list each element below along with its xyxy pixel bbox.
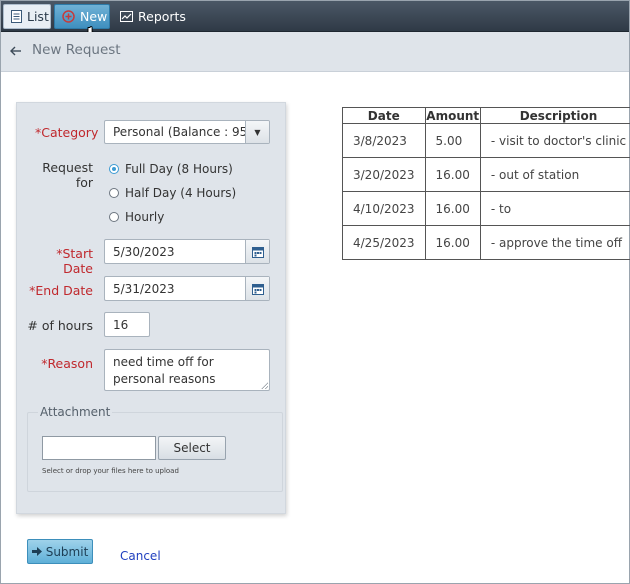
category-value: Personal (Balance : 95 ... <box>113 125 263 139</box>
table-row: 3/8/2023 5.00 - visit to doctor's clinic <box>342 123 630 158</box>
table-row: 4/10/2023 16.00 - to <box>342 191 630 226</box>
calendar-icon[interactable] <box>245 277 269 300</box>
reports-label: Reports <box>138 9 186 24</box>
triangle-down-icon[interactable]: ▼ <box>245 121 269 143</box>
radio-label: Hourly <box>125 210 165 224</box>
attachment-group: Attachment Select Select or drop your fi… <box>27 405 283 492</box>
start-date-input[interactable]: 5/30/2023 <box>113 245 175 259</box>
page-header: New Request <box>1 32 629 72</box>
radio-button[interactable] <box>109 188 119 198</box>
table-header-row: Date Amount Description <box>342 107 630 124</box>
table-row: 4/25/2023 16.00 - approve the time off <box>342 225 630 260</box>
table-cell-amount: 5.00 <box>424 123 481 158</box>
column-header-amount: Amount <box>424 107 481 124</box>
reports-button[interactable]: Reports <box>113 4 191 29</box>
chart-icon <box>120 11 133 22</box>
category-select[interactable]: Personal (Balance : 95 ... ▼ <box>104 120 270 144</box>
file-name-box[interactable] <box>42 436 156 460</box>
table-cell-description: - visit to doctor's clinic <box>479 123 630 158</box>
resize-grip-icon[interactable] <box>261 382 268 389</box>
upload-hint: Select or drop your files here to upload <box>42 467 179 475</box>
table-row: 3/20/2023 16.00 - out of station <box>342 157 630 192</box>
table-cell-date: 3/8/2023 <box>342 123 426 158</box>
start-date-label: *Start Date <box>56 246 93 276</box>
select-file-button[interactable]: Select <box>158 436 226 460</box>
column-header-description: Description <box>479 107 630 124</box>
end-date-picker[interactable]: 5/31/2023 <box>104 276 270 301</box>
submit-button[interactable]: Submit <box>27 539 93 564</box>
radio-button[interactable] <box>109 164 119 174</box>
request-form: *Category Personal (Balance : 95 ... ▼ R… <box>16 102 286 514</box>
table-cell-date: 3/20/2023 <box>342 157 426 192</box>
start-date-picker[interactable]: 5/30/2023 <box>104 239 270 264</box>
plus-circle-icon <box>62 10 75 23</box>
table-cell-date: 4/10/2023 <box>342 191 426 226</box>
radio-label: Full Day (8 Hours) <box>125 162 233 176</box>
radio-half-day[interactable]: Half Day (4 Hours) <box>109 186 236 200</box>
table-cell-amount: 16.00 <box>424 191 481 226</box>
radio-full-day[interactable]: Full Day (8 Hours) <box>109 162 233 176</box>
end-date-input[interactable]: 5/31/2023 <box>113 282 175 296</box>
table-cell-description: - approve the time off <box>479 225 630 260</box>
back-button[interactable] <box>4 39 28 63</box>
arrow-right-icon <box>31 545 42 559</box>
submit-label: Submit <box>45 544 89 559</box>
history-table: Date Amount Description 3/8/2023 5.00 - … <box>342 107 630 260</box>
category-label: *Category <box>35 125 99 140</box>
reason-text: need time off for personal reasons <box>113 355 216 386</box>
request-for-label: Request for <box>42 160 93 190</box>
reason-textarea[interactable]: need time off for personal reasons <box>104 349 270 391</box>
radio-label: Half Day (4 Hours) <box>125 186 237 200</box>
table-cell-date: 4/25/2023 <box>342 225 426 260</box>
radio-button[interactable] <box>109 212 119 222</box>
calendar-icon[interactable] <box>245 240 269 263</box>
list-button[interactable]: List <box>3 4 51 29</box>
arrow-left-icon <box>10 42 22 60</box>
cancel-link[interactable]: Cancel <box>120 549 161 563</box>
new-label: New <box>80 9 108 24</box>
list-icon <box>11 10 22 23</box>
radio-hourly[interactable]: Hourly <box>109 210 164 224</box>
table-cell-description: - to <box>479 191 630 226</box>
column-header-date: Date <box>342 107 426 124</box>
end-date-label: *End Date <box>29 283 93 298</box>
page-title: New Request <box>32 42 121 58</box>
table-cell-amount: 16.00 <box>424 225 481 260</box>
hours-input[interactable]: 16 <box>104 312 150 337</box>
list-label: List <box>27 9 49 24</box>
top-toolbar: List New Reports <box>1 1 629 43</box>
table-cell-description: - out of station <box>479 157 630 192</box>
table-cell-amount: 16.00 <box>424 157 481 192</box>
new-button[interactable]: New <box>54 4 110 29</box>
reason-label: *Reason <box>41 356 93 371</box>
attachment-title: Attachment <box>38 405 113 419</box>
hours-label: # of hours <box>27 318 93 333</box>
